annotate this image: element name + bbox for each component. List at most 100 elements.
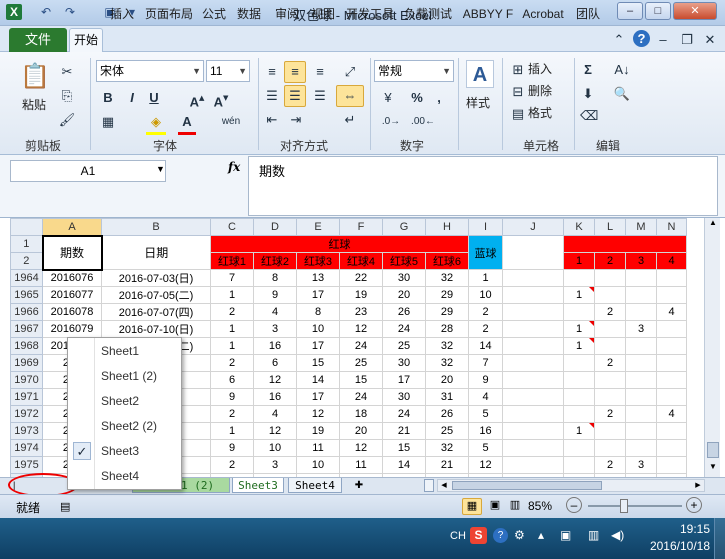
select-all-corner[interactable]: [10, 218, 43, 236]
cell-number[interactable]: 1: [563, 422, 595, 440]
increase-font-icon[interactable]: A▴: [188, 88, 206, 112]
cell-number[interactable]: [594, 371, 626, 389]
name-box-dropdown-icon[interactable]: ▼: [156, 164, 165, 174]
column-header[interactable]: J: [502, 218, 564, 236]
scroll-left-icon[interactable]: ◀: [438, 480, 450, 491]
format-painter-icon[interactable]: 🖌: [58, 110, 76, 130]
tab-team[interactable]: 团队: [574, 3, 602, 25]
show-desktop-button[interactable]: [714, 518, 725, 559]
cell-number[interactable]: 2: [594, 354, 626, 372]
minimize-button[interactable]: –: [617, 2, 643, 20]
cell-red-ball[interactable]: 1: [210, 422, 254, 440]
cell-number[interactable]: [625, 422, 657, 440]
red-ball-column-header[interactable]: 红球3: [296, 252, 340, 270]
align-center-icon[interactable]: ☰: [284, 85, 306, 107]
cell-number[interactable]: 4: [656, 405, 687, 423]
cell-number[interactable]: [594, 439, 626, 457]
find-select-icon[interactable]: 🔍: [608, 84, 636, 104]
clear-icon[interactable]: ⌫: [580, 106, 598, 126]
red-number-header[interactable]: [563, 235, 687, 253]
tray-app-icon[interactable]: ▣: [560, 528, 571, 542]
tab-file[interactable]: 文件: [9, 28, 67, 52]
cell-red-ball[interactable]: 12: [339, 320, 383, 338]
cell-red-ball[interactable]: 16: [253, 388, 297, 406]
phonetic-icon[interactable]: wén: [220, 112, 242, 132]
column-header[interactable]: F: [339, 218, 383, 236]
cell-red-ball[interactable]: 20: [339, 422, 383, 440]
cell-red-ball[interactable]: 2: [210, 405, 254, 423]
cell-blue-ball[interactable]: 10: [468, 286, 503, 304]
popup-item-sheet4[interactable]: Sheet4: [68, 464, 181, 489]
clock-time[interactable]: 19:15: [640, 522, 710, 536]
cell-number[interactable]: 3: [625, 320, 657, 338]
styles-button[interactable]: 样式: [466, 94, 490, 111]
cell-red-ball[interactable]: 2: [210, 354, 254, 372]
cell-number[interactable]: 2: [594, 456, 626, 474]
macro-record-icon[interactable]: ▤: [60, 500, 70, 513]
wrap-text-icon[interactable]: ↵: [340, 110, 360, 130]
cell-number[interactable]: 1: [563, 286, 595, 304]
currency-icon[interactable]: ¥: [378, 88, 398, 108]
cell-red-ball[interactable]: 14: [382, 456, 426, 474]
cut-icon[interactable]: ✂: [58, 62, 76, 82]
cell-empty[interactable]: [502, 269, 564, 287]
cell-empty[interactable]: [502, 439, 564, 457]
popup-item-sheet2[interactable]: Sheet2: [68, 389, 181, 414]
borders-icon[interactable]: ▦: [98, 112, 118, 132]
ribbon-minimize-icon[interactable]: ⌃: [612, 30, 626, 50]
font-color-icon[interactable]: A: [178, 112, 196, 135]
tab-split-handle[interactable]: [424, 479, 434, 492]
cell-blue-ball[interactable]: 2: [468, 303, 503, 321]
cell-blue-ball[interactable]: 4: [468, 388, 503, 406]
row-header[interactable]: 1973: [10, 422, 43, 440]
cell-number[interactable]: [563, 388, 595, 406]
tab-data[interactable]: 数据: [234, 3, 264, 25]
cell-number[interactable]: [656, 269, 687, 287]
red-ball-column-header[interactable]: 红球5: [382, 252, 426, 270]
tab-developer[interactable]: 开发工具: [344, 3, 396, 25]
align-bottom-icon[interactable]: ≡: [310, 62, 330, 82]
cell-j1[interactable]: [502, 235, 564, 270]
cell-number[interactable]: [594, 320, 626, 338]
fill-color-icon[interactable]: ◈: [146, 112, 166, 135]
cell-number[interactable]: [625, 286, 657, 304]
cell-date[interactable]: 2016-07-10(日): [101, 320, 211, 338]
cell-red-ball[interactable]: 25: [382, 337, 426, 355]
row-header[interactable]: 1967: [10, 320, 43, 338]
maximize-button[interactable]: □: [645, 2, 671, 20]
cell-number[interactable]: [656, 371, 687, 389]
cell-blue-ball[interactable]: 5: [468, 405, 503, 423]
cell-number[interactable]: [594, 286, 626, 304]
cell-red-ball[interactable]: 9: [210, 388, 254, 406]
row-header[interactable]: 1969: [10, 354, 43, 372]
cell-red-ball[interactable]: 9: [210, 439, 254, 457]
row-header[interactable]: 1968: [10, 337, 43, 355]
function-icon[interactable]: fx: [228, 160, 240, 174]
cell-number[interactable]: [656, 354, 687, 372]
decrease-font-icon[interactable]: A▾: [212, 88, 230, 112]
cell-empty[interactable]: [502, 286, 564, 304]
tab-acrobat[interactable]: Acrobat: [518, 3, 568, 25]
cell-red-ball[interactable]: 32: [425, 354, 469, 372]
column-header[interactable]: M: [625, 218, 657, 236]
cell-number[interactable]: [594, 337, 626, 355]
cell-red-ball[interactable]: 7: [210, 269, 254, 287]
tab-page-layout[interactable]: 页面布局: [143, 3, 195, 25]
cell-number[interactable]: [594, 422, 626, 440]
cell-red-ball[interactable]: 25: [339, 354, 383, 372]
merge-center-icon[interactable]: ⇔: [336, 85, 364, 107]
cell-date[interactable]: 2016-07-03(日): [101, 269, 211, 287]
cell-number[interactable]: [563, 439, 595, 457]
cell-red-ball[interactable]: 6: [253, 354, 297, 372]
cell-red-ball[interactable]: 32: [425, 337, 469, 355]
close-button[interactable]: ✕: [673, 2, 717, 20]
column-header[interactable]: B: [101, 218, 211, 236]
window-restore-icon[interactable]: ❐: [680, 30, 694, 50]
cell-red-ball[interactable]: 1: [210, 320, 254, 338]
normal-view-icon[interactable]: ▦: [462, 498, 482, 515]
row-header[interactable]: 1975: [10, 456, 43, 474]
cell-red-ball[interactable]: 10: [296, 320, 340, 338]
cell-empty[interactable]: [502, 456, 564, 474]
h-scroll-thumb[interactable]: [452, 481, 602, 490]
zoom-in-icon[interactable]: +: [686, 497, 702, 513]
